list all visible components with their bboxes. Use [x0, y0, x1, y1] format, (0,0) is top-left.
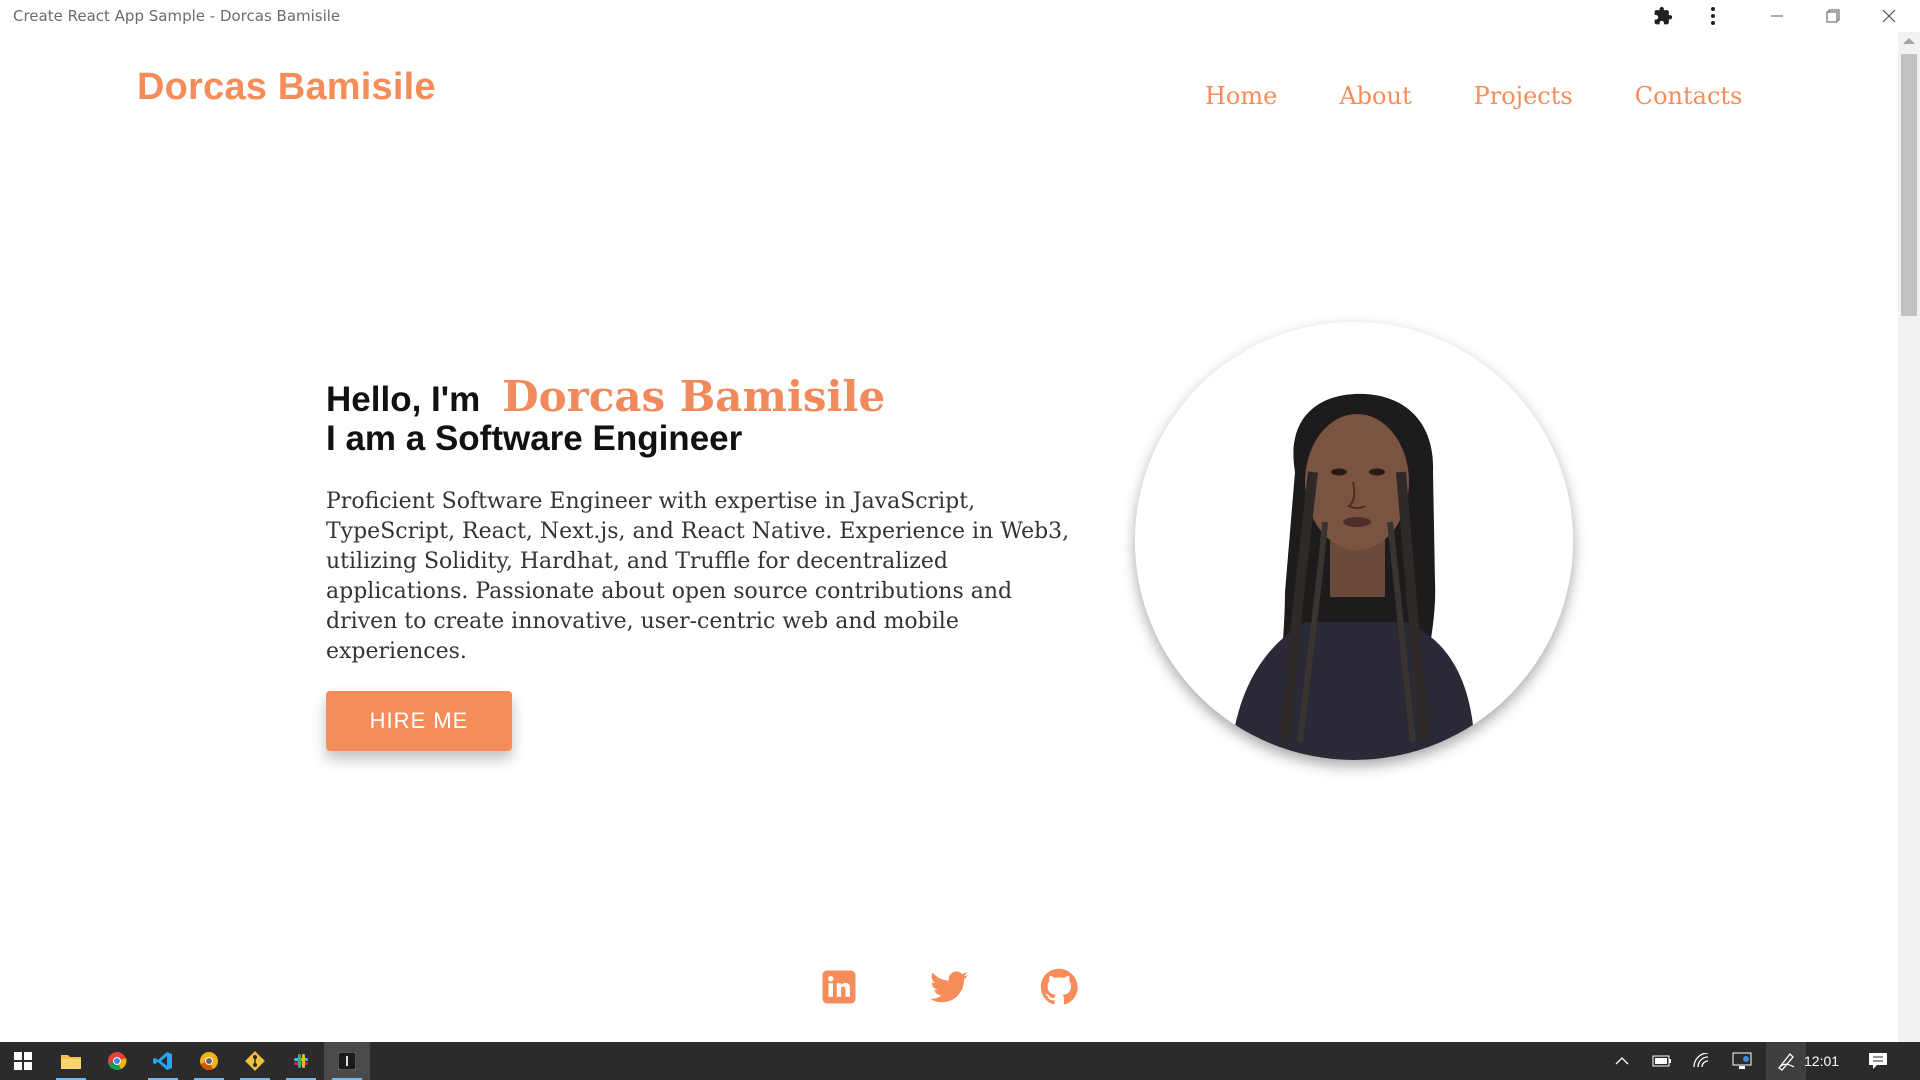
- action-center-icon[interactable]: [1862, 1042, 1894, 1080]
- site-logo[interactable]: Dorcas Bamisile: [137, 66, 436, 109]
- hero-name: Dorcas Bamisile: [502, 372, 886, 421]
- chrome-icon[interactable]: [94, 1042, 140, 1080]
- hero-description: Proficient Software Engineer with expert…: [326, 489, 1070, 664]
- puzzle-icon[interactable]: [1640, 0, 1686, 32]
- taskbar-clock[interactable]: 12:01: [1804, 1053, 1839, 1069]
- scroll-up-icon[interactable]: [1903, 38, 1915, 44]
- chevron-up-icon[interactable]: [1606, 1042, 1638, 1080]
- scrollbar-thumb[interactable]: [1901, 54, 1917, 316]
- window-titlebar: Create React App Sample - Dorcas Bamisil…: [0, 0, 1920, 32]
- chrome-canary-icon[interactable]: [186, 1042, 232, 1080]
- slack-icon[interactable]: [278, 1042, 324, 1080]
- minimize-icon[interactable]: [1754, 0, 1800, 32]
- nav-projects[interactable]: Projects: [1474, 82, 1573, 110]
- nav-home[interactable]: Home: [1205, 82, 1277, 110]
- restore-icon[interactable]: [1810, 0, 1856, 32]
- social-links: [820, 968, 1078, 1006]
- hero-role: I am a Software Engineer: [326, 419, 743, 458]
- file-explorer-icon[interactable]: [48, 1042, 94, 1080]
- github-icon[interactable]: [1040, 968, 1078, 1006]
- terminal-icon[interactable]: [324, 1042, 370, 1080]
- wifi-icon[interactable]: [1686, 1042, 1718, 1080]
- nav-about[interactable]: About: [1339, 82, 1411, 110]
- twitter-icon[interactable]: [930, 968, 968, 1006]
- profile-photo: [1135, 322, 1573, 760]
- hero-greeting: Hello, I'm Dorcas Bamisile: [326, 372, 1096, 421]
- pen-icon[interactable]: [1766, 1042, 1806, 1080]
- vscode-icon[interactable]: [140, 1042, 186, 1080]
- vertical-scrollbar[interactable]: [1898, 32, 1920, 1042]
- battery-icon[interactable]: [1646, 1042, 1678, 1080]
- close-icon[interactable]: [1866, 0, 1912, 32]
- nav-contacts[interactable]: Contacts: [1635, 82, 1743, 110]
- page-content: Dorcas Bamisile Home About Projects Cont…: [0, 32, 1898, 1042]
- main-nav: Home About Projects Contacts: [1205, 82, 1742, 110]
- windows-start-icon[interactable]: [0, 1042, 46, 1080]
- hero-text: Hello, I'm Dorcas Bamisile I am a Softwa…: [326, 372, 1096, 751]
- windows-taskbar: 12:01: [0, 1042, 1920, 1080]
- linkedin-icon[interactable]: [820, 968, 858, 1006]
- git-icon[interactable]: [232, 1042, 278, 1080]
- window-title: Create React App Sample - Dorcas Bamisil…: [13, 7, 341, 25]
- hire-me-button[interactable]: HIRE ME: [326, 691, 512, 751]
- greeting-text: Hello, I'm: [326, 380, 481, 419]
- kebab-menu-icon[interactable]: [1690, 0, 1736, 32]
- display-icon[interactable]: [1726, 1042, 1758, 1080]
